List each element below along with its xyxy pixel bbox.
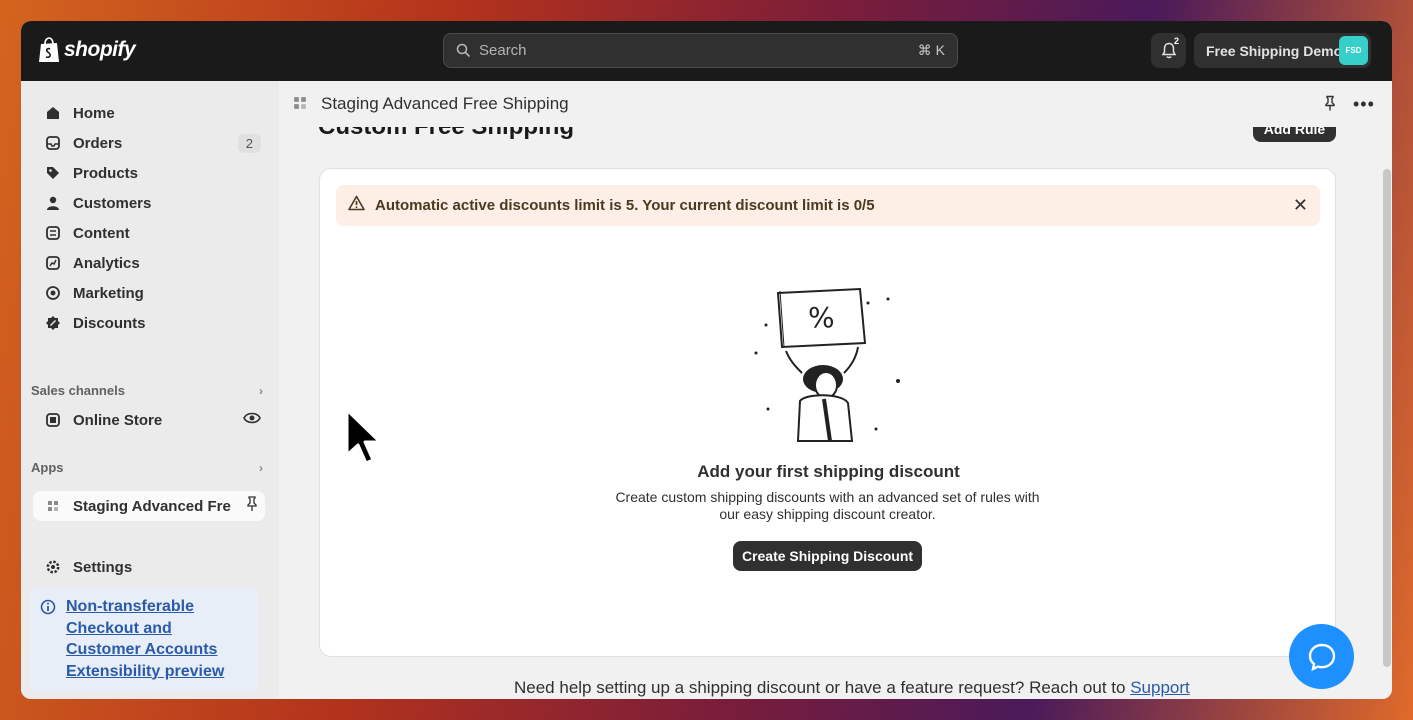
sidebar-item-home[interactable]: Home — [33, 98, 265, 128]
home-icon — [45, 105, 61, 121]
help-text: Need help setting up a shipping discount… — [514, 678, 1190, 698]
main-content: Staging Advanced Free Shipping ••• Custo… — [279, 81, 1392, 699]
target-icon — [45, 285, 61, 301]
discount-icon — [45, 315, 61, 331]
tag-icon — [45, 165, 61, 181]
search-icon — [456, 43, 471, 58]
sidebar-item-label: Home — [73, 104, 115, 122]
scrollbar-thumb[interactable] — [1383, 169, 1391, 667]
discounts-card: Automatic active discounts limit is 5. Y… — [319, 168, 1336, 657]
store-icon — [45, 412, 61, 428]
sidebar: Home Orders 2 Products Customers Content… — [21, 81, 279, 699]
app-title: Staging Advanced Free Shipping — [321, 94, 569, 113]
sidebar-item-settings[interactable]: Settings — [33, 552, 265, 582]
extensibility-preview-link[interactable]: Non-transferable Checkout and Customer A… — [66, 598, 224, 680]
banner-text: Automatic active discounts limit is 5. Y… — [375, 197, 875, 214]
sidebar-item-orders[interactable]: Orders 2 — [33, 128, 265, 158]
app-icon — [45, 498, 61, 514]
eye-icon[interactable] — [243, 411, 261, 429]
shopify-logo[interactable]: shopify — [38, 37, 136, 63]
shopify-bag-icon — [39, 37, 59, 62]
search-shortcut: ⌘ K — [917, 42, 945, 58]
sidebar-item-label: Marketing — [73, 284, 144, 302]
search-input[interactable]: Search ⌘ K — [443, 33, 958, 68]
help-message: Need help setting up a shipping discount… — [514, 678, 1131, 697]
notifications-button[interactable]: 2 — [1151, 33, 1186, 68]
sidebar-item-label: Discounts — [73, 314, 146, 332]
empty-state-description: Create custom shipping discounts with an… — [615, 489, 1040, 522]
mouse-cursor-icon — [345, 408, 382, 465]
content-icon — [45, 225, 61, 241]
sidebar-item-label: Analytics — [73, 254, 140, 272]
pin-icon[interactable] — [1323, 95, 1337, 117]
sales-channels-header[interactable]: Sales channels › — [31, 383, 263, 398]
sidebar-item-online-store[interactable]: Online Store — [33, 405, 265, 435]
sidebar-item-label: Content — [73, 224, 130, 242]
empty-state-illustration: % — [754, 287, 900, 442]
sidebar-item-staging-app[interactable]: Staging Advanced Fre — [33, 491, 265, 521]
extensibility-notice: Non-transferable Checkout and Customer A… — [30, 588, 258, 692]
svg-text:%: % — [808, 301, 835, 334]
admin-window: shopify Search ⌘ K 2 Free Shipping Demo … — [21, 21, 1392, 699]
chat-button[interactable] — [1289, 624, 1354, 689]
create-shipping-discount-button[interactable]: Create Shipping Discount — [733, 541, 922, 571]
close-icon[interactable]: ✕ — [1293, 195, 1308, 216]
app-icon — [293, 96, 307, 115]
notification-count: 2 — [1173, 36, 1179, 46]
orders-icon — [45, 135, 61, 151]
app-header: Staging Advanced Free Shipping ••• — [279, 81, 1392, 127]
sidebar-item-customers[interactable]: Customers — [33, 188, 265, 218]
sidebar-item-label: Online Store — [73, 411, 163, 429]
info-icon — [40, 599, 56, 620]
gear-icon — [45, 559, 61, 575]
store-menu-button[interactable]: Free Shipping Demo FSD — [1194, 33, 1371, 68]
pin-icon[interactable] — [245, 496, 259, 516]
top-bar: shopify Search ⌘ K 2 Free Shipping Demo … — [21, 21, 1392, 81]
sidebar-item-label: Orders — [73, 134, 123, 152]
sidebar-item-label: Products — [73, 164, 139, 182]
sidebar-item-marketing[interactable]: Marketing — [33, 278, 265, 308]
chevron-right-icon: › — [259, 460, 263, 475]
orders-count-badge: 2 — [237, 133, 261, 153]
apps-header[interactable]: Apps › — [31, 460, 263, 475]
sidebar-item-analytics[interactable]: Analytics — [33, 248, 265, 278]
chevron-right-icon: › — [259, 383, 263, 398]
support-link[interactable]: Support — [1130, 678, 1190, 697]
store-name: Free Shipping Demo — [1206, 42, 1343, 59]
more-options-icon[interactable]: ••• — [1353, 94, 1375, 115]
sidebar-item-label: Settings — [73, 558, 133, 576]
sidebar-item-label: Staging Advanced Fre — [73, 497, 231, 515]
sales-channels-label: Sales channels — [31, 383, 125, 398]
warning-icon — [348, 195, 365, 216]
sidebar-item-discounts[interactable]: Discounts — [33, 308, 265, 338]
avatar: FSD — [1339, 36, 1368, 65]
sidebar-item-content[interactable]: Content — [33, 218, 265, 248]
chart-icon — [45, 255, 61, 271]
sidebar-item-label: Customers — [73, 194, 152, 212]
discount-limit-banner: Automatic active discounts limit is 5. Y… — [336, 185, 1320, 226]
logo-text: shopify — [64, 38, 136, 61]
apps-label: Apps — [31, 460, 64, 475]
chat-icon — [1308, 643, 1335, 671]
person-icon — [45, 195, 61, 211]
empty-state-title: Add your first shipping discount — [697, 462, 960, 481]
sidebar-item-products[interactable]: Products — [33, 158, 265, 188]
search-placeholder: Search — [479, 42, 527, 59]
